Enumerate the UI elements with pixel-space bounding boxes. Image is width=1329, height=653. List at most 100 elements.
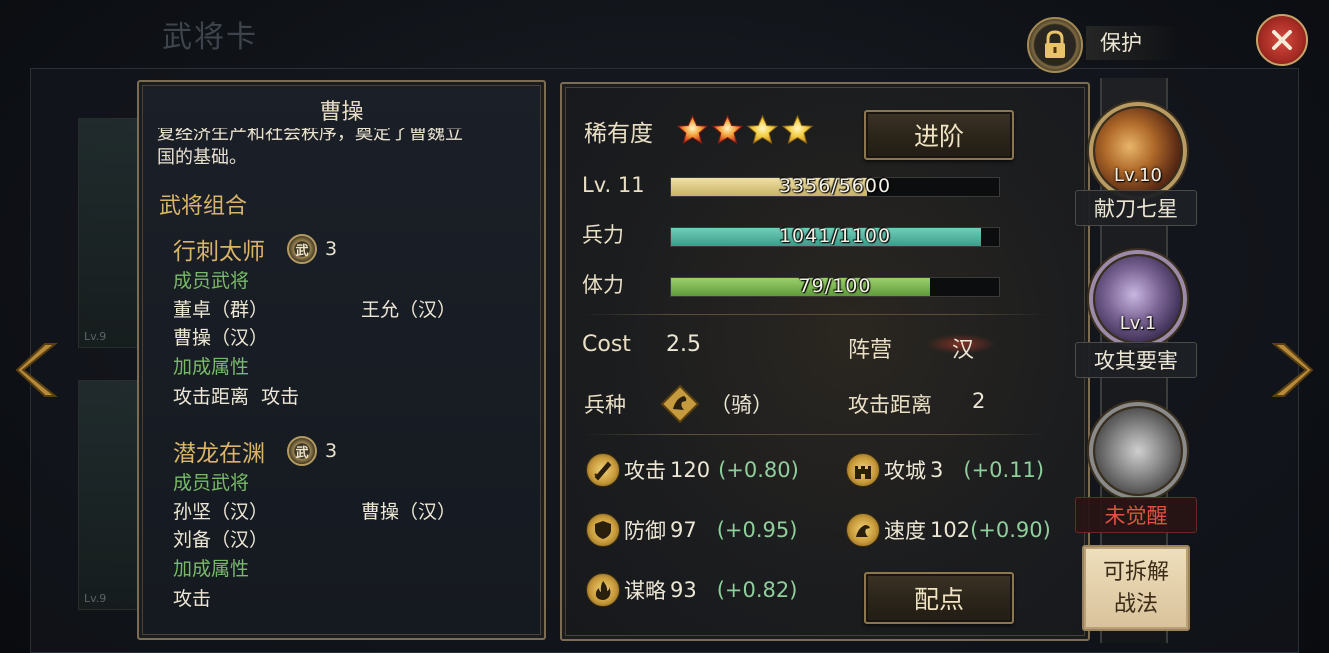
- general-name: 曹操: [319, 100, 364, 125]
- attack-stat: 攻击 120 (+0.80): [586, 453, 799, 487]
- combo-block: 行刺太师 武 3 成员武将 董卓（群） 王允（汉） 曹操（汉） 加成属性 攻击距…: [173, 232, 533, 412]
- general-bio: 复经济生产和社会秩序，奠定了曹魏立 国的基础。: [157, 128, 527, 180]
- general-stats-panel: 稀有度 进阶 Lv. 11 3356/5600 兵力 1041/1100 体力 …: [560, 82, 1090, 641]
- cavalry-icon: [660, 384, 700, 424]
- member-name: 王允（汉）: [361, 299, 457, 321]
- bonus-attributes: 攻击距离 攻击: [173, 386, 300, 408]
- divider: [582, 314, 1048, 315]
- lock-icon[interactable]: [1027, 17, 1083, 73]
- previous-general-arrow-icon[interactable]: [8, 340, 68, 400]
- unawakened-label[interactable]: 未觉醒: [1075, 497, 1197, 533]
- member-list: 董卓（群） 王允（汉） 曹操（汉）: [173, 296, 533, 352]
- attack-bonus: (+0.80): [718, 458, 799, 482]
- troops-bar: 1041/1100: [670, 225, 1000, 247]
- general-info-panel[interactable]: 曹操 复经济生产和社会秩序，奠定了曹魏立 国的基础。 武将组合 行刺太师 武 3…: [137, 80, 546, 640]
- siege-value: 3: [930, 458, 944, 482]
- bonus-label: 加成属性: [173, 356, 250, 378]
- members-label: 成员武将: [173, 270, 250, 292]
- defense-bonus: (+0.95): [716, 518, 798, 542]
- flame-icon: [586, 573, 620, 607]
- star-icon: [676, 114, 709, 145]
- strategy-stat: 谋略 93 (+0.82): [586, 573, 797, 607]
- troops-text: 1041/1100: [778, 225, 892, 247]
- strategy-bonus: (+0.82): [716, 578, 798, 602]
- defense-stat: 防御 97 (+0.95): [586, 513, 797, 547]
- skill-name[interactable]: 献刀七星: [1075, 190, 1197, 226]
- rarity-stars: [676, 114, 814, 146]
- star-icon: [746, 114, 779, 145]
- faction-label: 阵营: [848, 338, 893, 363]
- exp-text: 3356/5600: [778, 175, 892, 197]
- combo-block: 潜龙在渊 武 3 成员武将 孙坚（汉） 曹操（汉） 刘备（汉） 加成属性 攻击: [173, 434, 533, 614]
- level-label: Lv. 11: [582, 173, 645, 197]
- background-tab-title: 武将卡: [162, 20, 258, 55]
- attack-range-label: 攻击距离: [848, 393, 932, 417]
- martial-badge-icon: 武: [287, 436, 317, 466]
- detach-line-2: 战法: [1113, 592, 1158, 617]
- allocate-points-button[interactable]: 配点: [864, 572, 1014, 624]
- next-general-arrow-icon[interactable]: [1261, 340, 1321, 400]
- speed-label: 速度: [884, 519, 926, 543]
- exp-bar: 3356/5600: [670, 175, 1000, 197]
- faction-value: 汉: [952, 338, 975, 363]
- detachable-tactic-button[interactable]: 可拆解 战法: [1082, 545, 1190, 631]
- troops-label: 兵力: [582, 223, 624, 247]
- member-name: 董卓（群）: [173, 299, 269, 321]
- stamina-text: 79/100: [798, 275, 872, 297]
- siege-label: 攻城: [884, 459, 926, 483]
- speed-bonus: (+0.90): [970, 518, 1051, 542]
- cost-value: 2.5: [666, 332, 701, 357]
- combo-count: 3: [325, 440, 338, 462]
- martial-badge-icon: 武: [287, 234, 317, 264]
- close-icon[interactable]: [1256, 14, 1308, 66]
- skill-ring: [1089, 402, 1187, 500]
- star-icon: [711, 114, 744, 145]
- skill-slot-1[interactable]: Lv.10: [1085, 98, 1191, 204]
- horse-icon: [846, 513, 880, 547]
- protect-label: 保护: [1086, 26, 1176, 60]
- attack-label: 攻击: [624, 459, 666, 483]
- member-name: 曹操（汉）: [173, 327, 269, 349]
- combo-name: 行刺太师: [173, 239, 265, 265]
- troops-row: 兵力 1041/1100: [582, 220, 1002, 250]
- speed-stat: 速度 102 (+0.90): [846, 513, 1051, 547]
- rarity-label: 稀有度: [584, 121, 653, 147]
- divider: [582, 434, 1048, 435]
- member-name: 刘备（汉）: [173, 529, 269, 551]
- unit-type-label: 兵种: [584, 393, 626, 417]
- siege-bonus: (+0.11): [963, 458, 1045, 482]
- bio-line: 复经济生产和社会秩序，奠定了曹魏立: [157, 128, 463, 144]
- member-name: 孙坚（汉）: [173, 501, 269, 523]
- castle-icon: [846, 453, 880, 487]
- defense-label: 防御: [624, 519, 666, 543]
- bio-line: 国的基础。: [157, 147, 247, 168]
- members-label: 成员武将: [173, 472, 250, 494]
- stamina-bar: 79/100: [670, 275, 1000, 297]
- sword-icon: [586, 453, 620, 487]
- skill-slot-3[interactable]: [1085, 398, 1191, 504]
- exp-row: Lv. 11 3356/5600: [582, 170, 1002, 200]
- stamina-row: 体力 79/100: [582, 270, 1002, 300]
- member-name: 曹操（汉）: [361, 501, 457, 523]
- skill-level: Lv.10: [1114, 165, 1162, 186]
- bonus-label: 加成属性: [173, 558, 250, 580]
- skill-slot-2[interactable]: Lv.1: [1085, 246, 1191, 352]
- detach-line-1: 可拆解: [1102, 560, 1169, 585]
- background-card-level: Lv.9: [84, 592, 107, 605]
- unit-type-value: （骑）: [710, 393, 773, 417]
- star-icon: [781, 114, 814, 145]
- advance-button[interactable]: 进阶: [864, 110, 1014, 160]
- defense-value: 97: [670, 518, 697, 542]
- attack-range-value: 2: [972, 389, 986, 413]
- cost-label: Cost: [582, 332, 631, 357]
- combo-name: 潜龙在渊: [173, 441, 265, 467]
- strategy-value: 93: [670, 578, 697, 602]
- background-card-level: Lv.9: [84, 330, 107, 343]
- skill-name[interactable]: 攻其要害: [1075, 342, 1197, 378]
- shield-icon: [586, 513, 620, 547]
- bonus-attributes: 攻击: [173, 588, 212, 610]
- combos-heading: 武将组合: [159, 194, 248, 219]
- member-list: 孙坚（汉） 曹操（汉） 刘备（汉）: [173, 498, 533, 554]
- attack-value: 120: [670, 458, 711, 482]
- strategy-label: 谋略: [624, 579, 666, 603]
